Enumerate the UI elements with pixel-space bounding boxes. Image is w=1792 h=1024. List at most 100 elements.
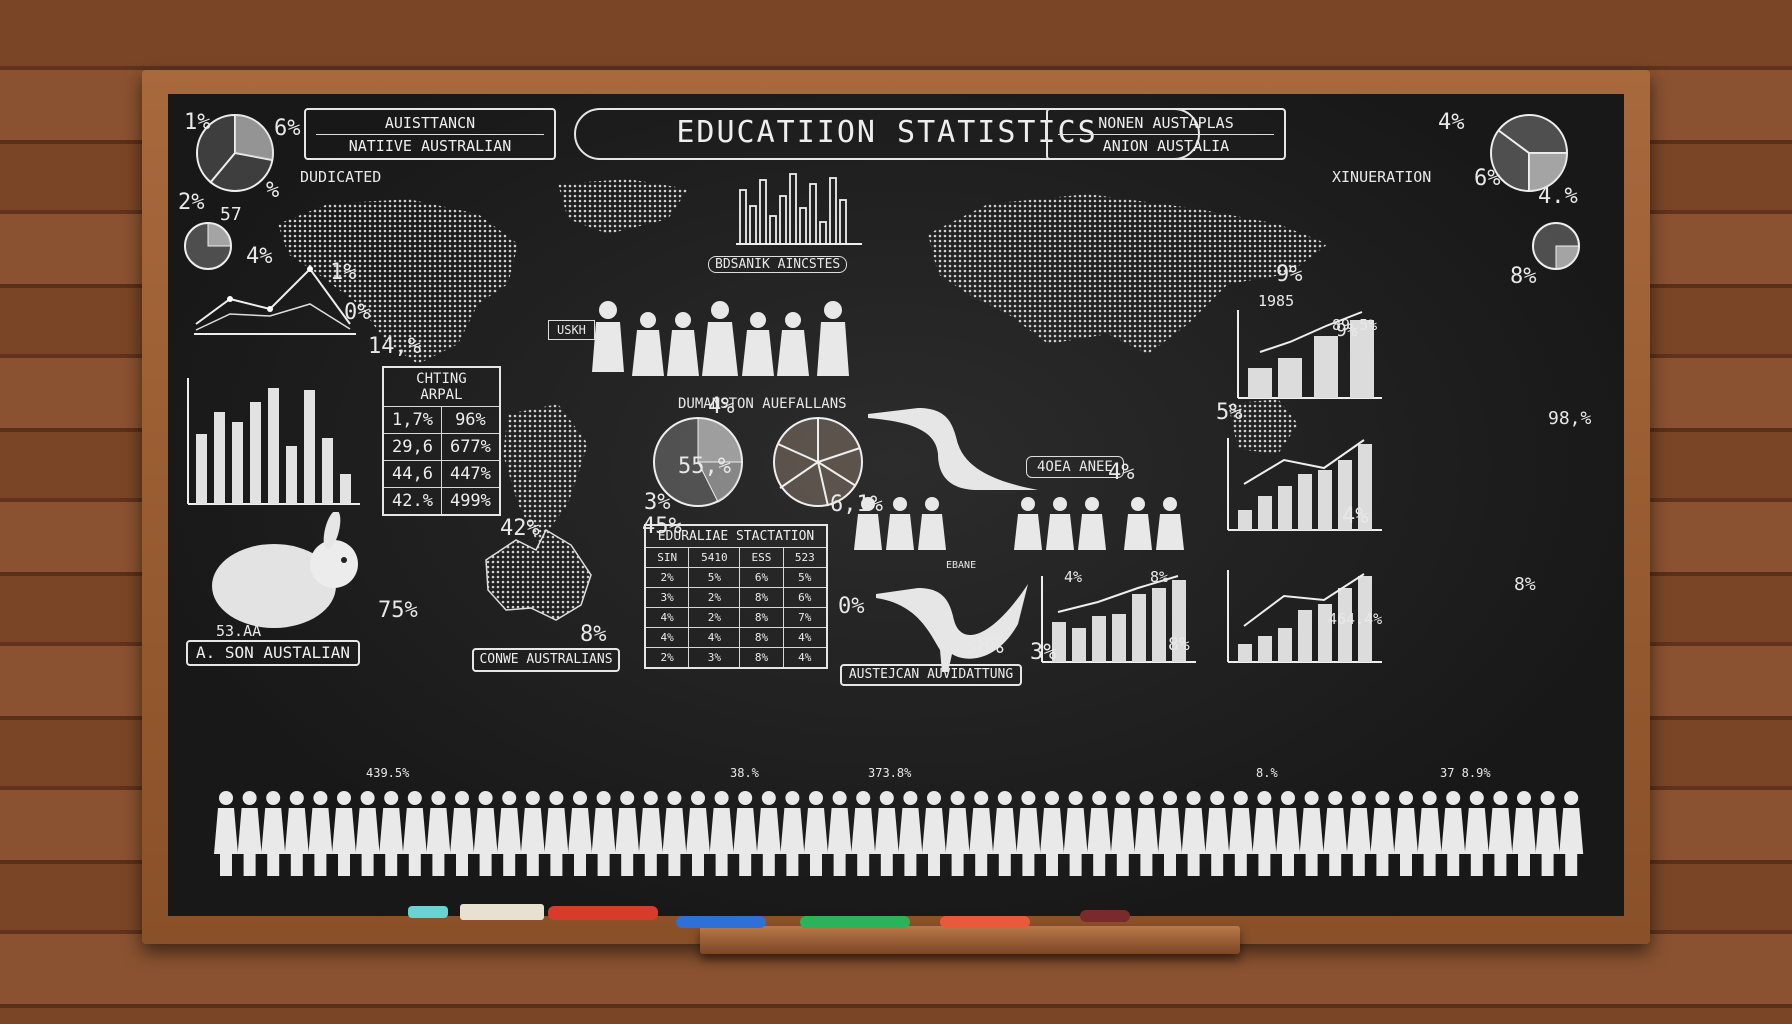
table-cell: 6% xyxy=(782,587,828,608)
label-dumanston: DUMANSTON AUEFALLANS xyxy=(678,396,847,412)
stat-21: 4% xyxy=(1108,460,1135,485)
table-cell: 2% xyxy=(644,647,690,669)
crowd-person xyxy=(945,791,970,876)
stat-30: 8% xyxy=(1514,574,1536,595)
stat-5: 57 xyxy=(220,204,242,225)
conwe-text: CONWE AUSTRALIANS xyxy=(479,652,613,667)
crowd-person xyxy=(1158,791,1182,876)
crowd-person xyxy=(686,791,710,876)
stat-7: 1% xyxy=(330,260,357,285)
bar-chart-left xyxy=(187,378,360,505)
crowd-person xyxy=(1535,791,1560,876)
stat-14: 45% xyxy=(642,514,682,539)
chting-table-title: CHTING ARPAL xyxy=(382,366,501,407)
crowd-illustration xyxy=(214,791,1584,876)
stat-19: 38% xyxy=(964,634,1004,659)
edu-statistics-table: EDURALIAE STACTATION SIN 5410 ESS 523 2% 5% 6… xyxy=(644,524,828,669)
table-row: 4% 2% 8% 7% xyxy=(644,607,828,628)
stat-15: 75% xyxy=(378,598,418,623)
table-cell: 44,6 xyxy=(382,460,442,488)
crowd-person xyxy=(756,791,781,876)
stat-34: 89.5% xyxy=(1332,316,1378,334)
stat-12: 3% xyxy=(644,490,671,515)
crowd-person xyxy=(615,791,640,876)
crowd-person xyxy=(780,791,805,876)
stat-13: 42% xyxy=(500,516,540,541)
stat-18: 0% xyxy=(838,594,865,619)
table-cell: 3% xyxy=(688,647,741,669)
table-cell: 5% xyxy=(782,567,828,588)
chalkboard: EDUCATIION STATISTICS AUISTTANCN NATIIVE… xyxy=(168,94,1624,916)
crowd-person xyxy=(733,791,758,876)
table-cell: 4% xyxy=(782,627,828,648)
crowd-person xyxy=(544,791,569,876)
table-row: 1,7% 96% xyxy=(382,406,501,434)
crowd-person xyxy=(827,791,852,876)
page-title: EDUCATIION STATISTICS xyxy=(676,115,1098,150)
stat-32: 53.AA xyxy=(216,622,262,640)
table-cell: 7% xyxy=(782,607,828,628)
crowd-person xyxy=(969,791,994,876)
table-cell: 4% xyxy=(644,627,690,648)
crowd-person xyxy=(355,791,380,876)
stat-26: 9% xyxy=(1276,262,1303,287)
stat-24: 6% xyxy=(1474,166,1501,191)
stat-33: 1985 xyxy=(1258,292,1295,310)
stat-25: 4.% xyxy=(1538,184,1578,209)
stat-31: 8% xyxy=(1168,634,1190,655)
label-dudicated: DUDICATED xyxy=(300,168,382,186)
crowd-person xyxy=(898,791,923,876)
crowd-person xyxy=(214,791,238,876)
crowd-person xyxy=(1299,791,1324,876)
stat-38: 4% xyxy=(1342,504,1369,529)
stat-35: 464.4% xyxy=(1328,610,1383,628)
table-cell: ESS xyxy=(739,547,784,568)
table-cell: 523 xyxy=(782,547,828,568)
crowd-person xyxy=(520,791,545,876)
crowd-person xyxy=(1252,791,1277,876)
table-cell: 1,7% xyxy=(382,406,442,434)
top-right-line1: NONEN AUSTAPLAS xyxy=(1098,114,1234,132)
table-cell: 8% xyxy=(739,587,784,608)
crowd-person xyxy=(638,791,663,876)
crowd-person xyxy=(1394,791,1418,876)
stat-2: 6% xyxy=(274,116,301,141)
top-left-label-box: AUISTTANCN NATIIVE AUSTRALIAN xyxy=(304,108,556,160)
crowd-person xyxy=(1370,791,1395,876)
stat-1: 1% xyxy=(184,110,211,135)
people-group-lower xyxy=(854,497,1184,550)
crowd-person xyxy=(709,791,734,876)
stat-20: 3% xyxy=(1030,640,1057,665)
ason-text: A. SON AUSTALIAN xyxy=(195,643,351,662)
stat-37: 8% xyxy=(1150,568,1169,586)
crowd-person xyxy=(1016,791,1041,876)
crowd-person xyxy=(402,791,427,876)
dinosaur-illustration-top xyxy=(868,408,1038,490)
label-xinueration: XINUERATION xyxy=(1332,168,1432,186)
table-row: 44,6 447% xyxy=(382,460,501,488)
stat-6: 4% xyxy=(246,244,273,269)
chalk-pieces xyxy=(408,904,1130,928)
crowd-person xyxy=(874,791,899,876)
table-cell: 8% xyxy=(739,647,784,669)
table-cell: 2% xyxy=(644,567,690,588)
crowd-person xyxy=(284,791,309,876)
stat-23: 4% xyxy=(1438,110,1465,135)
crowd-person xyxy=(1063,791,1088,876)
bar-chart-center-top xyxy=(736,173,862,245)
stat-9: 14,% xyxy=(368,334,421,359)
table-row: 4% 4% 8% 4% xyxy=(644,627,828,648)
crowd-stat-4: 8.% xyxy=(1256,766,1278,780)
label-conwe-australians: CONWE AUSTRALIANS xyxy=(472,648,620,672)
table-cell: SIN xyxy=(644,547,690,568)
crowd-person xyxy=(1087,791,1112,876)
table-row: 29,6 677% xyxy=(382,433,501,461)
top-right-label-box: NONEN AUSTAPLAS ANION AUSTALIA xyxy=(1046,108,1286,160)
table-cell: 2% xyxy=(688,587,741,608)
stat-4: % xyxy=(266,178,280,203)
stat-3: 2% xyxy=(178,190,205,215)
crowd-person xyxy=(261,791,286,876)
crowd-person xyxy=(1488,791,1513,876)
stat-17: 6,1% xyxy=(830,492,883,517)
crowd-person xyxy=(568,791,592,876)
